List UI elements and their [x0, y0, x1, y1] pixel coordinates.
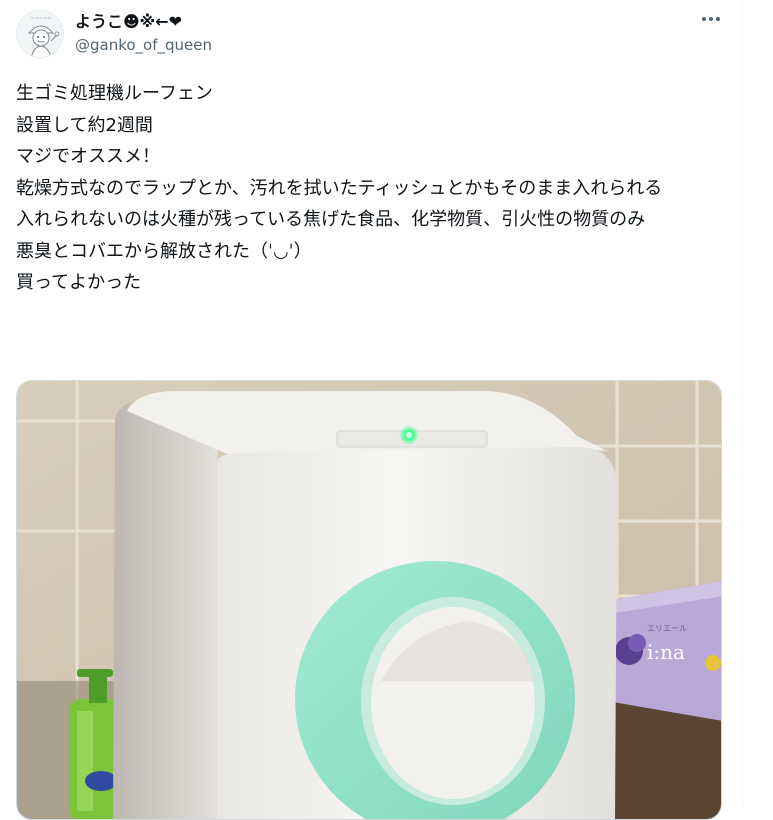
tweet-line: 入れられないのは火種が残っている焦げた食品、化学物質、引火性の物質のみ: [16, 209, 646, 230]
tweet-line: 乾燥方式なのでラップとか、汚れを拭いたティッシュとかもそのまま入れられる: [16, 177, 663, 199]
tissue-box-label: エリエール: [647, 624, 687, 633]
tweet-line: マジでオススメ！: [16, 146, 160, 167]
tweet-line: 悪臭とコバエから解放された（ˈ◡ˈ）: [16, 240, 312, 262]
food-waste-dryer-photo: エリエール i:na: [17, 381, 721, 819]
tweet-line: 設置して約2週間: [16, 114, 153, 136]
timeline-divider: [742, 0, 743, 807]
svg-text:~~~~~: ~~~~~: [31, 16, 52, 22]
author-handle[interactable]: @ganko_of_queen: [75, 36, 212, 54]
author-display-name[interactable]: ようこ☻※←❤: [75, 8, 182, 32]
tweet-text: 生ゴミ処理機ルーフェン 設置して約2週間 マジでオススメ！ 乾燥方式なのでラップ…: [16, 78, 731, 299]
author-avatar[interactable]: ~~~~~: [16, 10, 64, 58]
more-options-button[interactable]: [696, 6, 726, 32]
tissue-box-brand: i:na: [647, 640, 685, 664]
tweet-line: 生ゴミ処理機ルーフェン: [16, 83, 213, 104]
tweet-line: 買ってよかった: [16, 272, 142, 293]
tweet-photo[interactable]: エリエール i:na: [16, 380, 722, 820]
more-icon: [702, 17, 720, 21]
avatar-illustration-icon: ~~~~~: [17, 11, 63, 57]
